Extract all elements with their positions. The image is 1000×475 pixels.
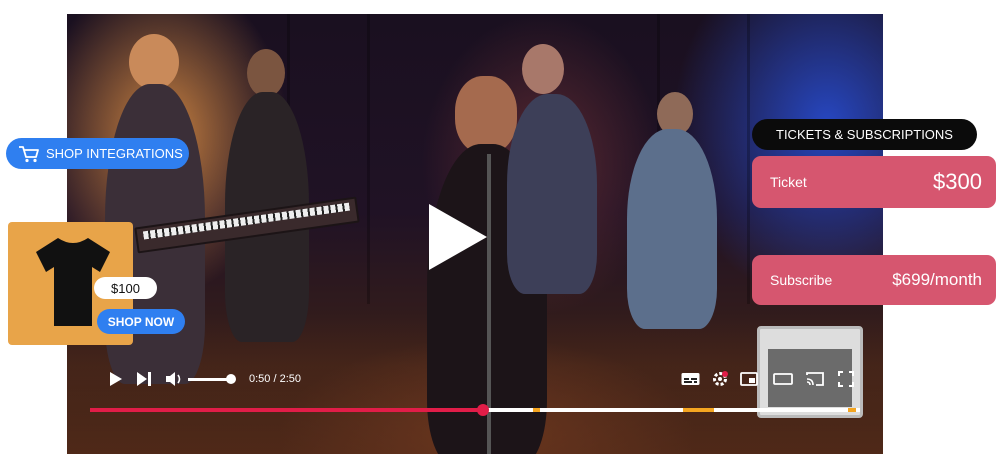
chapter-marker xyxy=(682,408,714,412)
singer-head xyxy=(455,76,517,154)
subscribe-offer[interactable]: Subscribe $699/month xyxy=(752,255,996,305)
miniplayer-icon[interactable] xyxy=(740,371,758,387)
chapter-marker xyxy=(532,408,541,412)
ticket-offer[interactable]: Ticket $300 xyxy=(752,156,996,208)
product-price: $100 xyxy=(94,277,157,299)
curtain-fold xyxy=(747,14,750,304)
tickets-subscriptions-header: TICKETS & SUBSCRIPTIONS xyxy=(752,119,977,150)
bassist xyxy=(627,129,717,329)
chapter-marker xyxy=(848,408,857,412)
fullscreen-icon[interactable] xyxy=(838,371,854,387)
volume-slider-track[interactable] xyxy=(188,378,230,381)
video-player[interactable]: 0:50 / 2:50 xyxy=(67,14,883,454)
next-icon[interactable] xyxy=(137,372,147,386)
progress-played xyxy=(90,408,483,412)
ticket-price: $300 xyxy=(933,169,982,194)
cast-icon[interactable] xyxy=(805,371,825,387)
subscribe-price: $699/month xyxy=(892,270,982,289)
ticket-label: Ticket xyxy=(770,174,807,190)
progress-scrubber[interactable] xyxy=(476,404,489,416)
guitarist-center-head xyxy=(522,44,564,94)
shop-now-button[interactable]: SHOP NOW xyxy=(97,309,185,334)
curtain-fold xyxy=(367,14,370,304)
theater-mode-icon[interactable] xyxy=(773,371,793,387)
captions-icon[interactable] xyxy=(681,371,700,387)
volume-slider-knob[interactable] xyxy=(226,374,236,384)
subscribe-label: Subscribe xyxy=(770,272,833,288)
play-button[interactable] xyxy=(110,372,122,386)
progress-bar[interactable] xyxy=(90,404,860,416)
keyboardist-head xyxy=(129,34,179,90)
next-icon-bar xyxy=(148,372,151,386)
guitarist-center xyxy=(507,94,597,294)
volume-icon[interactable] xyxy=(166,372,184,386)
settings-icon[interactable] xyxy=(712,371,729,387)
time-display: 0:50 / 2:50 xyxy=(249,373,301,385)
play-icon-large[interactable] xyxy=(429,204,487,270)
guitarist-left-head xyxy=(247,49,285,97)
shop-integrations-label: SHOP INTEGRATIONS xyxy=(46,146,183,161)
shopping-cart-icon xyxy=(19,145,39,162)
shop-integrations-badge[interactable]: SHOP INTEGRATIONS xyxy=(6,138,189,169)
